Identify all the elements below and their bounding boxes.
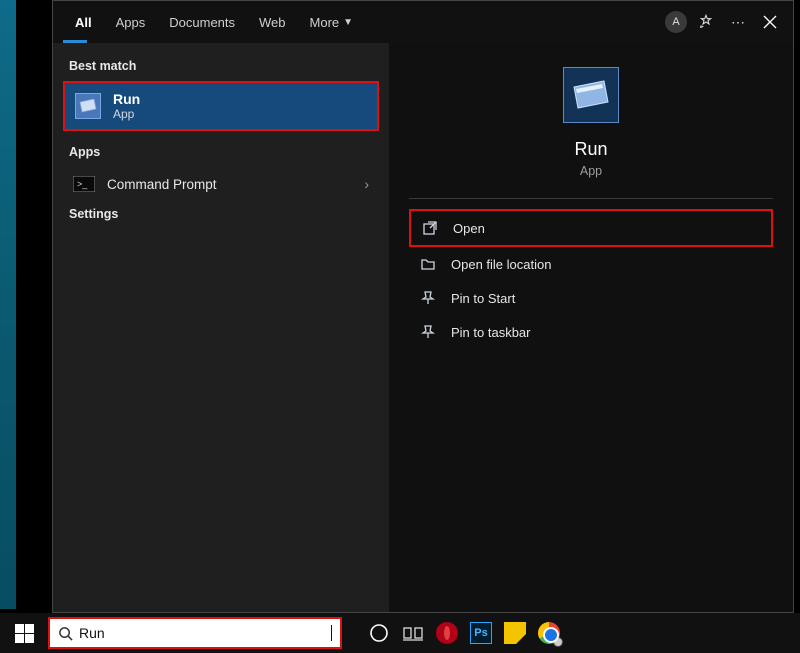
results-left-column: Best match Run App Apps >_ Command Pr [53, 43, 389, 612]
tab-web[interactable]: Web [247, 1, 298, 43]
pin-icon [419, 289, 437, 307]
tab-apps-label: Apps [116, 15, 146, 30]
run-app-large-icon [563, 67, 619, 123]
chevron-down-icon: ▼ [343, 17, 353, 28]
search-filter-tabs: All Apps Documents Web More ▼ A ⋯ [53, 1, 793, 43]
result-command-prompt-label: Command Prompt [107, 177, 217, 192]
feedback-icon[interactable] [693, 9, 719, 35]
account-avatar[interactable]: A [665, 11, 687, 33]
app-detail-card: Run App [409, 67, 773, 178]
tab-all[interactable]: All [63, 1, 104, 43]
taskbar-app-chrome[interactable] [532, 613, 566, 653]
taskbar-app-photoshop[interactable]: Ps [464, 613, 498, 653]
tab-documents[interactable]: Documents [157, 1, 247, 43]
text-caret [331, 625, 332, 641]
result-detail-column: Run App Open Open file location [389, 43, 793, 612]
start-button[interactable] [0, 613, 48, 653]
detail-divider [409, 198, 773, 199]
action-open-label: Open [453, 221, 485, 236]
best-match-header: Best match [59, 53, 383, 81]
taskbar-app-sticky-notes[interactable] [498, 613, 532, 653]
avatar-letter: A [672, 16, 679, 28]
chrome-icon [538, 622, 560, 644]
app-detail-subtitle: App [580, 164, 602, 178]
action-pin-to-taskbar[interactable]: Pin to taskbar [409, 315, 773, 349]
photoshop-icon-label: Ps [474, 627, 487, 639]
action-open-file-location[interactable]: Open file location [409, 247, 773, 281]
desktop-background-sliver [0, 0, 16, 609]
best-match-title: Run [113, 91, 140, 107]
action-open[interactable]: Open [409, 209, 773, 247]
app-detail-title: Run [574, 139, 607, 160]
action-open-file-location-label: Open file location [451, 257, 551, 272]
cortana-button[interactable] [362, 613, 396, 653]
command-prompt-icon: >_ [73, 175, 95, 193]
more-options-icon[interactable]: ⋯ [725, 9, 751, 35]
tab-apps[interactable]: Apps [104, 1, 158, 43]
taskbar-search-box[interactable] [48, 617, 342, 649]
start-search-panel: All Apps Documents Web More ▼ A ⋯ Best m… [52, 0, 794, 613]
best-match-subtitle: App [113, 107, 140, 121]
tab-web-label: Web [259, 15, 286, 30]
windows-logo-icon [15, 624, 34, 643]
folder-icon [419, 255, 437, 273]
apps-header: Apps [59, 139, 383, 167]
taskbar-app-opera[interactable] [430, 613, 464, 653]
task-view-button[interactable] [396, 613, 430, 653]
close-icon[interactable] [757, 9, 783, 35]
tab-more-label: More [310, 15, 340, 30]
search-icon [58, 626, 73, 641]
settings-header: Settings [59, 201, 383, 229]
action-pin-to-start[interactable]: Pin to Start [409, 281, 773, 315]
tab-all-label: All [75, 15, 92, 30]
action-pin-to-taskbar-label: Pin to taskbar [451, 325, 531, 340]
pin-taskbar-icon [419, 323, 437, 341]
result-command-prompt[interactable]: >_ Command Prompt › [63, 167, 379, 201]
tab-more[interactable]: More ▼ [298, 1, 366, 43]
opera-icon [436, 622, 458, 644]
open-icon [421, 219, 439, 237]
taskbar-search-input[interactable] [79, 625, 330, 641]
chevron-right-icon: › [364, 176, 369, 192]
svg-text:>_: >_ [77, 179, 88, 189]
run-app-icon [75, 93, 101, 119]
taskbar: Ps [0, 613, 800, 653]
tab-documents-label: Documents [169, 15, 235, 30]
best-match-result-run[interactable]: Run App [63, 81, 379, 131]
action-pin-to-start-label: Pin to Start [451, 291, 515, 306]
photoshop-icon: Ps [470, 622, 492, 644]
sticky-notes-icon [504, 622, 526, 644]
